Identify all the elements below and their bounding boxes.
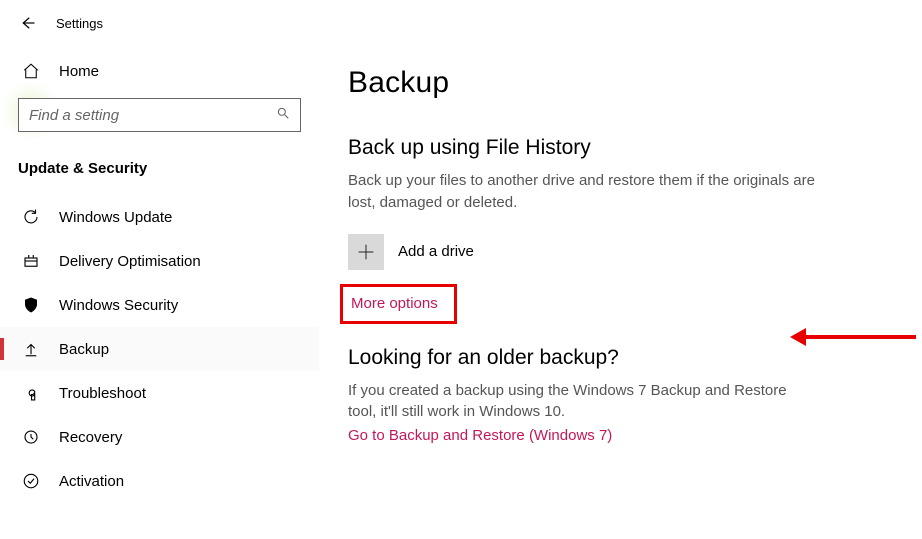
sidebar-item-label: Recovery bbox=[59, 429, 122, 446]
older-backup-description: If you created a backup using the Window… bbox=[348, 380, 818, 424]
sidebar-item-recovery[interactable]: Recovery bbox=[0, 415, 319, 459]
sidebar-item-label: Troubleshoot bbox=[59, 385, 146, 402]
older-backup-heading: Looking for an older backup? bbox=[348, 346, 894, 370]
backup-icon bbox=[22, 340, 40, 358]
back-button[interactable] bbox=[18, 14, 36, 32]
annotation-highlight: More options bbox=[340, 284, 457, 324]
file-history-heading: Back up using File History bbox=[348, 136, 894, 160]
sidebar-item-label: Backup bbox=[59, 341, 109, 358]
section-heading: Update & Security bbox=[18, 160, 301, 177]
page-title: Backup bbox=[348, 66, 894, 100]
sidebar-item-activation[interactable]: Activation bbox=[0, 459, 319, 503]
sidebar: Home Update & Security Windows bbox=[0, 42, 320, 539]
nav-list: Windows Update Delivery Optimisation bbox=[0, 195, 319, 503]
sidebar-item-windows-security[interactable]: Windows Security bbox=[0, 283, 319, 327]
home-icon bbox=[22, 62, 40, 80]
search-input[interactable] bbox=[29, 107, 276, 124]
backup-restore-link[interactable]: Go to Backup and Restore (Windows 7) bbox=[348, 427, 612, 444]
search-box[interactable] bbox=[18, 98, 301, 132]
search-icon bbox=[276, 106, 290, 125]
sidebar-item-label: Delivery Optimisation bbox=[59, 253, 201, 270]
sidebar-item-label: Windows Update bbox=[59, 209, 172, 226]
title-bar: Settings bbox=[0, 0, 922, 42]
shield-icon bbox=[22, 296, 40, 314]
sidebar-item-label: Activation bbox=[59, 473, 124, 490]
file-history-description: Back up your files to another drive and … bbox=[348, 170, 818, 214]
app-title: Settings bbox=[56, 16, 103, 31]
sidebar-item-backup[interactable]: Backup bbox=[0, 327, 319, 371]
recovery-icon bbox=[22, 428, 40, 446]
home-nav[interactable]: Home bbox=[18, 52, 301, 90]
home-label: Home bbox=[59, 63, 99, 80]
annotation-arrow bbox=[790, 328, 916, 346]
wrench-icon bbox=[22, 384, 40, 402]
sidebar-item-troubleshoot[interactable]: Troubleshoot bbox=[0, 371, 319, 415]
more-options-link[interactable]: More options bbox=[351, 295, 438, 312]
check-icon bbox=[22, 472, 40, 490]
add-drive-label: Add a drive bbox=[398, 243, 474, 260]
plus-icon bbox=[348, 234, 384, 270]
delivery-icon bbox=[22, 252, 40, 270]
sidebar-item-windows-update[interactable]: Windows Update bbox=[0, 195, 319, 239]
main-pane: Backup Back up using File History Back u… bbox=[320, 42, 922, 539]
sidebar-item-delivery-optimisation[interactable]: Delivery Optimisation bbox=[0, 239, 319, 283]
add-drive-button[interactable]: Add a drive bbox=[348, 234, 894, 270]
sidebar-item-label: Windows Security bbox=[59, 297, 178, 314]
sync-icon bbox=[22, 208, 40, 226]
